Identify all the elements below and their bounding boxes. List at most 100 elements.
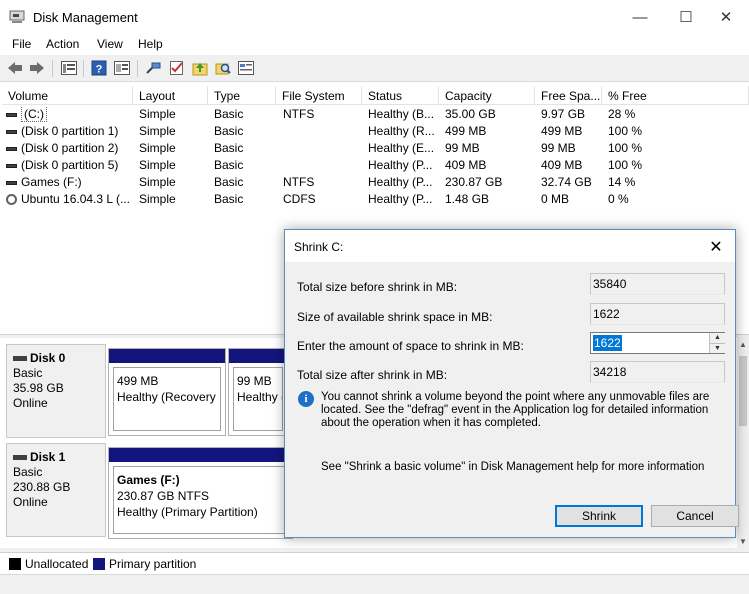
console-icon[interactable] <box>237 59 255 77</box>
percent-free-cell: 0 % <box>608 192 629 206</box>
menu-view[interactable]: View <box>97 37 123 51</box>
percent-free-cell: 28 % <box>608 107 636 121</box>
menu-action[interactable]: Action <box>46 37 79 51</box>
disk-0-label[interactable]: Disk 0 Basic 35.98 GB Online <box>6 344 106 438</box>
menu-bar: File Action View Help <box>0 34 749 54</box>
stepper-up-icon[interactable]: ▲ <box>710 333 725 343</box>
column-header-free-space[interactable]: Free Spa... <box>535 86 602 105</box>
status-cell: Healthy (E... <box>368 141 435 155</box>
title-bar: Disk Management — ☐ ✕ <box>0 0 749 34</box>
shrink-amount-stepper[interactable]: 1622 ▲ ▼ <box>590 332 725 354</box>
primary-partition-band <box>229 349 287 363</box>
minimize-button[interactable]: — <box>617 0 663 34</box>
file-system-cell: NTFS <box>283 175 315 189</box>
file-system-cell: NTFS <box>283 107 315 121</box>
dialog-title: Shrink C: <box>294 240 344 254</box>
primary-partition-band <box>109 349 225 363</box>
volume-cell: (Disk 0 partition 1) <box>6 124 132 141</box>
cancel-button[interactable]: Cancel <box>651 505 739 527</box>
dialog-close-button[interactable]: ✕ <box>705 236 727 258</box>
type-cell: Basic <box>214 158 244 172</box>
volume-drive-icon <box>6 163 17 168</box>
partition-info: 499 MB Healthy (Recovery P <box>113 367 221 431</box>
status-cell: Healthy (B... <box>368 107 435 121</box>
layout-cell: Simple <box>139 141 176 155</box>
type-cell: Basic <box>214 124 244 138</box>
shrink-button[interactable]: Shrink <box>555 505 643 527</box>
volume-cell: (Disk 0 partition 5) <box>6 158 132 175</box>
layout-cell: Simple <box>139 107 176 121</box>
disk-state: Online <box>13 495 48 509</box>
scroll-down-icon[interactable]: ▼ <box>737 537 749 546</box>
window-title: Disk Management <box>33 10 138 25</box>
volume-drive-icon <box>6 129 17 134</box>
volume-cell: Games (F:) <box>6 175 132 192</box>
column-header-capacity[interactable]: Capacity <box>439 86 535 105</box>
layout-cell: Simple <box>139 124 176 138</box>
menu-file[interactable]: File <box>12 37 31 51</box>
folder-up-icon[interactable] <box>191 59 209 77</box>
status-cell: Healthy (R... <box>368 124 435 138</box>
disk-size: 230.88 GB <box>13 480 71 494</box>
column-header-file-system[interactable]: File System <box>276 86 362 105</box>
connect-icon[interactable] <box>145 59 163 77</box>
maximize-icon: ☐ <box>679 9 693 26</box>
column-header-percent-free[interactable]: % Free <box>602 86 749 105</box>
free-space-cell: 0 MB <box>541 192 570 206</box>
shrink-amount-label: Enter the amount of space to shrink in M… <box>297 339 524 353</box>
stepper-arrows: ▲ ▼ <box>709 333 725 353</box>
scroll-up-icon[interactable]: ▲ <box>737 340 749 349</box>
file-system-cell: CDFS <box>283 192 316 206</box>
hard-disk-icon <box>13 455 27 461</box>
cd-drive-icon <box>6 194 17 206</box>
total-before-label: Total size before shrink in MB: <box>297 280 458 294</box>
stepper-down-icon[interactable]: ▼ <box>710 343 725 353</box>
list-view-icon[interactable] <box>60 59 78 77</box>
capacity-cell: 35.00 GB <box>445 107 496 121</box>
properties-icon[interactable] <box>113 59 131 77</box>
unallocated-swatch <box>9 558 21 570</box>
close-icon: ✕ <box>719 9 733 26</box>
partition-info: 99 MB Healthy ( <box>233 367 283 431</box>
legend: Unallocated Primary partition <box>0 552 749 572</box>
volume-cell: (Disk 0 partition 2) <box>6 141 132 158</box>
back-arrow-icon[interactable] <box>6 59 24 77</box>
column-header-type[interactable]: Type <box>208 86 276 105</box>
close-button[interactable]: ✕ <box>703 0 749 34</box>
toolbar: ? <box>0 55 749 82</box>
partition-block[interactable]: Games (F:) 230.87 GB NTFS Healthy (Prima… <box>108 447 293 539</box>
partition-status: Healthy (Recovery P <box>117 390 221 404</box>
free-space-cell: 9.97 GB <box>541 107 586 121</box>
disk-management-app-icon <box>9 10 25 23</box>
volume-drive-icon <box>6 146 17 151</box>
close-icon: ✕ <box>709 239 723 256</box>
column-header-volume[interactable]: Volume <box>2 86 133 105</box>
forward-arrow-icon[interactable] <box>28 59 46 77</box>
volume-drive-icon <box>6 180 17 185</box>
total-after-label: Total size after shrink in MB: <box>297 368 448 382</box>
dialog-title-bar: Shrink C: ✕ <box>285 230 735 262</box>
hard-disk-icon <box>13 356 27 362</box>
file-system-cell <box>283 158 361 175</box>
toolbar-separator <box>52 60 53 77</box>
legend-primary-partition: Primary partition <box>109 557 197 571</box>
type-cell: Basic <box>214 141 244 155</box>
column-header-status[interactable]: Status <box>362 86 439 105</box>
column-header-layout[interactable]: Layout <box>133 86 208 105</box>
capacity-cell: 409 MB <box>445 158 487 172</box>
partition-size: 230.87 GB NTFS <box>117 489 210 503</box>
partition-block[interactable]: 99 MB Healthy ( <box>228 348 288 436</box>
info-icon: i <box>298 391 314 407</box>
partition-name: Games (F:) <box>117 473 180 487</box>
partition-block[interactable]: 499 MB Healthy (Recovery P <box>108 348 226 436</box>
menu-help[interactable]: Help <box>138 37 163 51</box>
toolbar-separator <box>83 60 84 77</box>
help-book-icon[interactable]: ? <box>90 59 108 77</box>
available-space-label: Size of available shrink space in MB: <box>297 310 493 324</box>
search-folder-icon[interactable] <box>214 59 232 77</box>
shrink-amount-input[interactable]: 1622 <box>593 335 622 351</box>
check-icon[interactable] <box>168 59 186 77</box>
disk-1-label[interactable]: Disk 1 Basic 230.88 GB Online <box>6 443 106 537</box>
total-before-field: 35840 <box>590 273 725 295</box>
scroll-thumb[interactable] <box>739 356 747 426</box>
